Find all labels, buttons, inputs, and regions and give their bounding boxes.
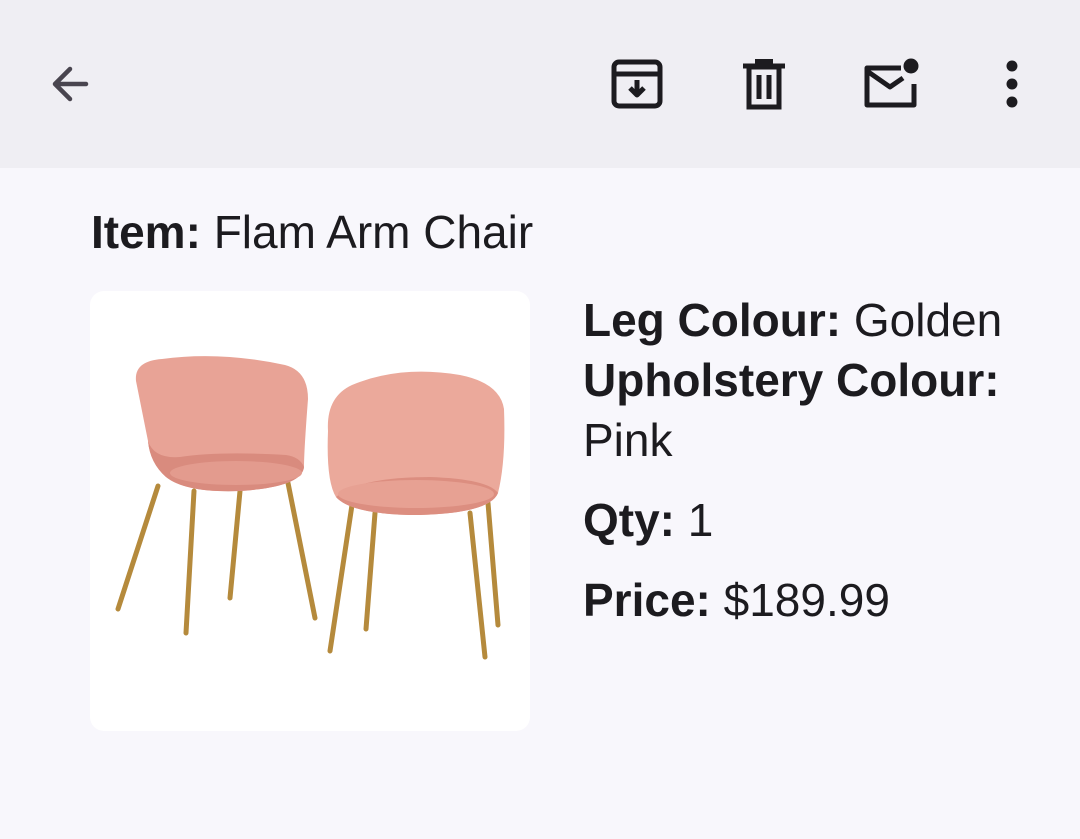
- leg-colour-label: Leg Colour:: [583, 294, 842, 346]
- price-row: Price: $189.99: [583, 570, 1053, 630]
- product-image: [90, 291, 530, 731]
- leg-colour-value: Golden: [853, 294, 1003, 346]
- archive-icon: [611, 59, 663, 109]
- upholstery-colour-label: Upholstery Colour:: [583, 354, 1000, 406]
- more-options-button[interactable]: [964, 36, 1060, 132]
- qty-label: Qty:: [583, 494, 675, 546]
- email-body: Item: Flam Arm Chair Leg Colour: Golden …: [0, 168, 1080, 839]
- mark-unread-button[interactable]: [843, 36, 939, 132]
- arrow-left-icon: [52, 66, 89, 102]
- price-value: $189.99: [723, 574, 890, 626]
- archive-button[interactable]: [589, 36, 685, 132]
- leg-colour-row: Leg Colour: Golden: [583, 290, 1053, 350]
- back-button[interactable]: [22, 36, 118, 132]
- upholstery-colour-value: Pink: [583, 414, 673, 466]
- trash-icon: [743, 59, 785, 110]
- top-app-bar: [0, 0, 1080, 168]
- chairs-illustration: [115, 356, 505, 660]
- mark-unread-icon: [864, 58, 919, 108]
- qty-value: 1: [687, 494, 714, 546]
- price-label: Price:: [583, 574, 711, 626]
- item-line: Item: Flam Arm Chair: [91, 204, 533, 260]
- more-vert-icon: [1006, 60, 1018, 108]
- item-value: Flam Arm Chair: [213, 206, 534, 258]
- item-label: Item:: [91, 206, 201, 258]
- upholstery-colour-row: Upholstery Colour: Pink: [583, 350, 1053, 470]
- product-details: Leg Colour: Golden Upholstery Colour: Pi…: [583, 290, 1053, 630]
- qty-row: Qty: 1: [583, 490, 1053, 550]
- delete-button[interactable]: [716, 36, 812, 132]
